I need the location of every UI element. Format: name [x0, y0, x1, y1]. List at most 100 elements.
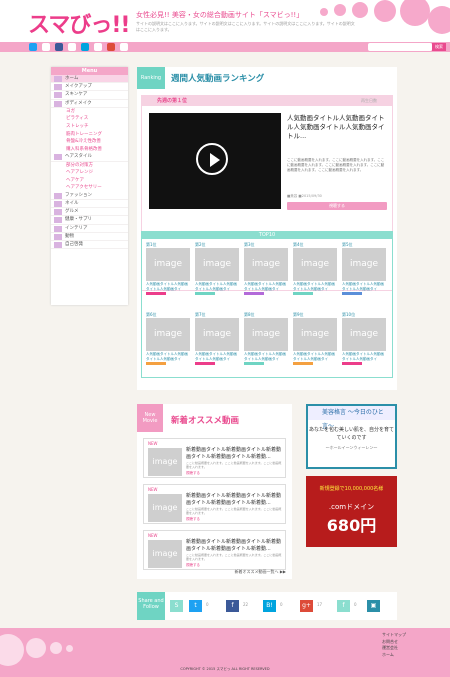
hatena-icon[interactable] — [81, 43, 89, 51]
sidebar-item[interactable]: 健康・サプリ — [51, 216, 128, 225]
ranking-card[interactable]: 第2位 image 人気動画タイトル人気動画タイトル人気動画タイ — [195, 242, 239, 295]
watch-button[interactable]: 視聴する — [287, 202, 387, 210]
rss-icon[interactable] — [42, 43, 50, 51]
card-thumbnail[interactable]: image — [293, 248, 337, 281]
new-movie-item[interactable]: NEW image 新着動画タイトル新着動画タイトル新着動画タイトル新着動画タイトル… — [143, 484, 286, 524]
ranking-card[interactable]: 第1位 image 人気動画タイトル人気動画タイトル人気動画タイ — [146, 242, 190, 295]
card-tag — [195, 362, 215, 365]
sidebar-item[interactable]: グルメ — [51, 208, 128, 217]
card-thumbnail[interactable]: image — [342, 318, 386, 351]
ranking-card[interactable]: 第3位 image 人気動画タイトル人気動画タイトル人気動画タイ — [244, 242, 288, 295]
sidebar-item[interactable]: ピラティス — [51, 115, 128, 123]
new-movie-watch-button[interactable]: 視聴する — [186, 517, 200, 522]
new-movie-title[interactable]: 新着動画タイトル新着動画タイトル新着動画タイトル新着動画タイトル新着動... — [186, 493, 282, 506]
facebook-icon[interactable] — [55, 43, 63, 51]
card-thumbnail[interactable]: image — [146, 318, 190, 351]
card-thumbnail[interactable]: image — [146, 248, 190, 281]
new-movie-item[interactable]: NEW image 新着動画タイトル新着動画タイトル新着動画タイトル新着動画タイトル… — [143, 530, 286, 570]
ranking-section: Ranking 週間人気動画ランキング 先週の第１位 再生日数 人気動画タイトル人… — [137, 67, 397, 390]
googleplus-icon[interactable] — [107, 43, 115, 51]
googleplus-count: 17 — [317, 602, 323, 607]
card-title[interactable]: 人気動画タイトル人気動画タイトル人気動画タイ — [293, 352, 337, 361]
sidebar-item[interactable]: 動物 — [51, 233, 128, 241]
card-thumbnail[interactable]: image — [195, 318, 239, 351]
sidebar-item[interactable]: ヨガ — [51, 108, 128, 116]
card-title[interactable]: 人気動画タイトル人気動画タイトル人気動画タイ — [195, 282, 239, 291]
video-player[interactable] — [149, 113, 281, 209]
quote-banner-author: 〜ホールイーンウィーレン〜 — [325, 445, 378, 450]
new-movie-thumbnail[interactable]: image — [148, 448, 182, 476]
card-thumbnail[interactable]: image — [244, 248, 288, 281]
twitter-icon[interactable] — [29, 43, 37, 51]
sidebar-item[interactable]: インテリア — [51, 225, 128, 233]
sidebar-item[interactable]: ホーム — [51, 75, 128, 84]
sidebar-item[interactable]: ボディメイク — [51, 100, 128, 108]
footer-link[interactable]: ホーム — [382, 652, 406, 659]
sidebar-menu: Menu ホーム メイクアップ スキンケア ボディメイク ヨガ ピラティス ストレッチ 筋肉ト… — [51, 67, 128, 305]
new-movie-item[interactable]: NEW image 新着動画タイトル新着動画タイトル新着動画タイトル新着動画タイトル… — [143, 438, 286, 478]
sidebar-item[interactable]: スキンケア — [51, 91, 128, 100]
sidebar-item[interactable]: 筋肉トレーニング — [51, 131, 128, 139]
card-title[interactable]: 人気動画タイトル人気動画タイトル人気動画タイ — [293, 282, 337, 291]
new-movie-thumbnail[interactable]: image — [148, 540, 182, 568]
new-movie-title[interactable]: 新着動画タイトル新着動画タイトル新着動画タイトル新着動画タイトル新着動... — [186, 539, 282, 552]
sidebar-item[interactable]: 骨盤&冷え性改善 — [51, 138, 128, 146]
card-thumbnail[interactable]: image — [342, 248, 386, 281]
first-place-header: 先週の第１位 再生日数 — [142, 96, 392, 106]
googleplus-share-icon[interactable]: g+ — [300, 600, 313, 612]
sidebar-item[interactable]: 自己啓発 — [51, 241, 128, 250]
sidebar-item[interactable]: ヘアアクセサリー — [51, 184, 128, 192]
ranking-card[interactable]: 第10位 image 人気動画タイトル人気動画タイトル人気動画タイ — [342, 312, 386, 365]
pocket-icon[interactable] — [120, 43, 128, 51]
mixi-icon[interactable] — [68, 43, 76, 51]
card-title[interactable]: 人気動画タイトル人気動画タイトル人気動画タイ — [146, 282, 190, 291]
ranking-card[interactable]: 第9位 image 人気動画タイトル人気動画タイトル人気動画タイ — [293, 312, 337, 365]
card-thumbnail[interactable]: image — [293, 318, 337, 351]
card-title[interactable]: 人気動画タイトル人気動画タイトル人気動画タイ — [342, 352, 386, 361]
ranking-card[interactable]: 第7位 image 人気動画タイトル人気動画タイトル人気動画タイ — [195, 312, 239, 365]
new-movie-desc: ここに動画概要を入れます。ここに動画概要を入れます。ここに動画概要を入れます。 — [186, 461, 282, 469]
first-video-title[interactable]: 人気動画タイトル人気動画タイトル人気動画タイトル人気動画タイトル... — [287, 114, 387, 141]
site-logo[interactable]: スマびっ!! — [28, 7, 130, 39]
card-tag — [293, 292, 313, 295]
sidebar-item[interactable]: ヘアスタイル — [51, 153, 128, 162]
feedly-icon[interactable]: f — [337, 600, 350, 612]
new-movie-watch-button[interactable]: 視聴する — [186, 563, 200, 568]
quote-banner[interactable]: 美容格言 〜今日のひと言〜 あなたを包む美しい肌を、自分を育てていくのです 〜ホ… — [306, 404, 397, 469]
card-title[interactable]: 人気動画タイトル人気動画タイトル人気動画タイ — [342, 282, 386, 291]
sidebar-item[interactable]: ストレッチ — [51, 123, 128, 131]
play-icon[interactable] — [196, 143, 228, 175]
sidebar-item[interactable]: 部分の対策方 — [51, 162, 128, 170]
follow-icon[interactable]: ▣ — [367, 600, 380, 612]
new-movie-watch-button[interactable]: 視聴する — [186, 471, 200, 476]
sidebar-item[interactable]: ヘアアレンジ — [51, 169, 128, 177]
card-thumbnail[interactable]: image — [244, 318, 288, 351]
domain-ad-banner[interactable]: 新規登録で10,000,000名様 .comドメイン 680円 — [306, 476, 397, 547]
facebook-share-icon[interactable]: f — [226, 600, 239, 612]
ranking-card[interactable]: 第4位 image 人気動画タイトル人気動画タイトル人気動画タイ — [293, 242, 337, 295]
card-title[interactable]: 人気動画タイトル人気動画タイトル人気動画タイ — [195, 352, 239, 361]
footer-links: サイトマップ お問合せ 運営会社 ホーム — [382, 632, 406, 658]
ranking-card[interactable]: 第6位 image 人気動画タイトル人気動画タイトル人気動画タイ — [146, 312, 190, 365]
footer-link[interactable]: サイトマップ — [382, 632, 406, 639]
sidebar-item[interactable]: ネイル — [51, 200, 128, 209]
card-thumbnail[interactable]: image — [195, 248, 239, 281]
sidebar-item[interactable]: 購入科系骨格改善 — [51, 146, 128, 154]
search-button[interactable]: 検索 — [432, 43, 446, 51]
hatena-share-icon[interactable]: B! — [263, 600, 276, 612]
header-dots-decoration — [310, 0, 450, 42]
ranking-card[interactable]: 第5位 image 人気動画タイトル人気動画タイトル人気動画タイ — [342, 242, 386, 295]
twitter-share-icon[interactable]: t — [189, 600, 202, 612]
sidebar-item[interactable]: ファッション — [51, 192, 128, 201]
ranking-card[interactable]: 第8位 image 人気動画タイトル人気動画タイトル人気動画タイ — [244, 312, 288, 365]
card-title[interactable]: 人気動画タイトル人気動画タイトル人気動画タイ — [244, 352, 288, 361]
line-icon[interactable] — [94, 43, 102, 51]
search-input[interactable] — [368, 43, 432, 51]
new-movie-more-link[interactable]: 新着オススメ動画一覧へ ▶▶ — [235, 569, 286, 575]
sidebar-item[interactable]: ヘアケア — [51, 177, 128, 185]
card-title[interactable]: 人気動画タイトル人気動画タイトル人気動画タイ — [244, 282, 288, 291]
card-title[interactable]: 人気動画タイトル人気動画タイトル人気動画タイ — [146, 352, 190, 361]
new-movie-title[interactable]: 新着動画タイトル新着動画タイトル新着動画タイトル新着動画タイトル新着動... — [186, 447, 282, 460]
new-movie-thumbnail[interactable]: image — [148, 494, 182, 522]
sidebar-item[interactable]: メイクアップ — [51, 83, 128, 92]
